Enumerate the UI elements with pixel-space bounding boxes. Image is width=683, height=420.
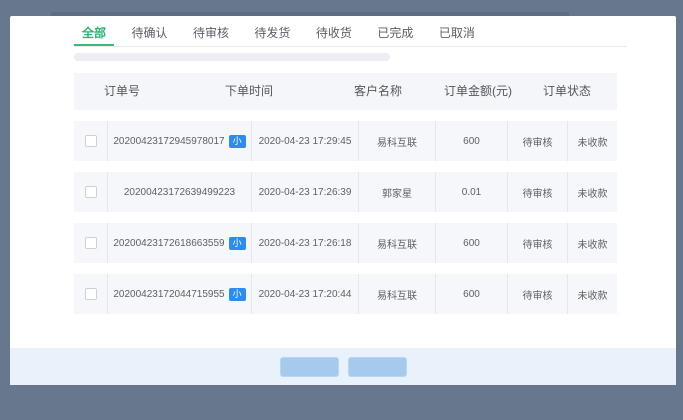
table-row: 20200423172044715955 小 2020-04-23 17:20:…: [74, 274, 617, 314]
payment-status: 未收款: [567, 274, 617, 314]
footer-button-1[interactable]: [280, 357, 339, 377]
tab-all[interactable]: 全部: [74, 20, 114, 46]
table-header: 订单号 下单时间 客户名称 订单金额(元) 订单状态: [74, 73, 617, 110]
tab-cancelled[interactable]: 已取消: [431, 20, 483, 46]
order-amount: 600: [435, 223, 507, 263]
order-status: 待审核: [507, 121, 567, 161]
customer-name: 易科互联: [358, 274, 435, 314]
order-time: 2020-04-23 17:26:18: [251, 223, 358, 263]
header-customer: 客户名称: [354, 73, 402, 110]
order-status: 待审核: [507, 223, 567, 263]
tab-completed[interactable]: 已完成: [369, 20, 421, 46]
header-order-no: 订单号: [104, 73, 140, 110]
tab-pending-review[interactable]: 待审核: [185, 20, 237, 46]
order-time: 2020-04-23 17:20:44: [251, 274, 358, 314]
customer-name: 郭家星: [358, 172, 435, 212]
order-time: 2020-04-23 17:29:45: [251, 121, 358, 161]
page-background: 全部 待确认 待审核 待发货 待收货 已完成 已取消 订单号 下单时间 客户名称…: [0, 0, 683, 420]
orders-panel: 全部 待确认 待审核 待发货 待收货 已完成 已取消 订单号 下单时间 客户名称…: [10, 16, 676, 385]
scrollbar-thumb[interactable]: [74, 53, 390, 61]
payment-status: 未收款: [567, 223, 617, 263]
table-row: 20200423172945978017 小 2020-04-23 17:29:…: [74, 121, 617, 161]
row-checkbox[interactable]: [85, 237, 97, 249]
header-order-status: 订单状态: [543, 73, 591, 110]
order-status: 待审核: [507, 274, 567, 314]
order-type-badge: 小: [229, 237, 246, 250]
payment-status: 未收款: [567, 172, 617, 212]
order-amount: 600: [435, 274, 507, 314]
row-checkbox[interactable]: [85, 288, 97, 300]
tab-pending-ship[interactable]: 待发货: [246, 20, 298, 46]
customer-name: 易科互联: [358, 121, 435, 161]
header-order-time: 下单时间: [225, 73, 273, 110]
tab-pending-confirm[interactable]: 待确认: [123, 20, 175, 46]
order-number: 20200423172639499223: [124, 187, 235, 198]
tab-pending-receive[interactable]: 待收货: [308, 20, 360, 46]
table-row: 20200423172618663559 小 2020-04-23 17:26:…: [74, 223, 617, 263]
order-number: 20200423172618663559: [113, 238, 224, 249]
header-amount: 订单金额(元): [444, 73, 512, 110]
row-checkbox[interactable]: [85, 186, 97, 198]
customer-name: 易科互联: [358, 223, 435, 263]
order-number: 20200423172945978017: [113, 136, 224, 147]
order-number: 20200423172044715955: [113, 289, 224, 300]
payment-status: 未收款: [567, 121, 617, 161]
table-row: 20200423172639499223 2020-04-23 17:26:39…: [74, 172, 617, 212]
footer-button-2[interactable]: [348, 357, 407, 377]
order-time: 2020-04-23 17:26:39: [251, 172, 358, 212]
order-amount: 0.01: [435, 172, 507, 212]
order-status: 待审核: [507, 172, 567, 212]
order-status-tabs: 全部 待确认 待审核 待发货 待收货 已完成 已取消: [74, 20, 627, 47]
footer-bar: [10, 348, 676, 385]
order-type-badge: 小: [229, 135, 246, 148]
order-amount: 600: [435, 121, 507, 161]
row-checkbox[interactable]: [85, 135, 97, 147]
order-type-badge: 小: [229, 288, 246, 301]
orders-table: 订单号 下单时间 客户名称 订单金额(元) 订单状态 2020042317294…: [74, 73, 617, 314]
